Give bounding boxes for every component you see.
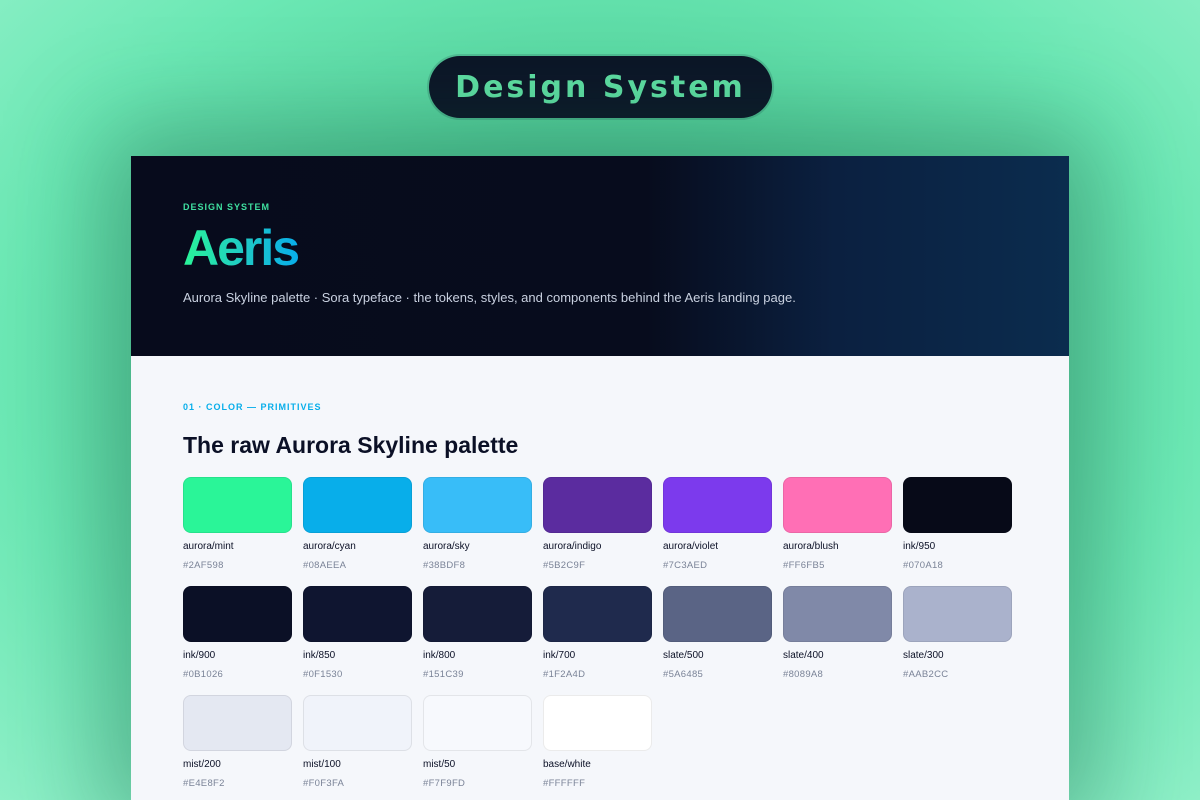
swatch-grid: aurora/mint #2AF598 aurora/cyan #08AEEA auro… bbox=[183, 477, 1069, 800]
swatch-hex: #F0F3FA bbox=[303, 778, 345, 789]
hero-eyebrow: DESIGN SYSTEM bbox=[183, 202, 271, 212]
color-swatch-item[interactable]: aurora/mint #2AF598 bbox=[183, 477, 292, 586]
color-swatch-item[interactable]: aurora/cyan #08AEEA bbox=[303, 477, 412, 586]
color-chip bbox=[663, 586, 772, 642]
color-swatch-item[interactable]: ink/700 #1F2A4D bbox=[543, 586, 652, 695]
color-chip bbox=[903, 477, 1012, 533]
swatch-name: aurora/mint bbox=[183, 541, 234, 552]
color-swatch-item[interactable]: aurora/sky #38BDF8 bbox=[423, 477, 532, 586]
swatch-hex: #38BDF8 bbox=[423, 560, 466, 571]
color-chip bbox=[543, 477, 652, 533]
swatch-name: aurora/cyan bbox=[303, 541, 356, 552]
swatch-name: slate/300 bbox=[903, 650, 944, 661]
color-chip bbox=[663, 477, 772, 533]
color-swatch-item[interactable]: slate/500 #5A6485 bbox=[663, 586, 772, 695]
swatch-name: aurora/blush bbox=[783, 541, 839, 552]
swatch-name: ink/700 bbox=[543, 650, 576, 661]
color-swatch-item[interactable]: ink/850 #0F1530 bbox=[303, 586, 412, 695]
color-swatch-item[interactable]: mist/200 #E4E8F2 bbox=[183, 695, 292, 800]
swatch-name: mist/100 bbox=[303, 759, 341, 770]
swatch-hex: #0B1026 bbox=[183, 669, 224, 680]
color-chip bbox=[183, 586, 292, 642]
swatch-name: ink/800 bbox=[423, 650, 456, 661]
color-swatch-item[interactable]: slate/400 #8089A8 bbox=[783, 586, 892, 695]
color-chip bbox=[183, 695, 292, 751]
color-swatch-item[interactable]: ink/900 #0B1026 bbox=[183, 586, 292, 695]
swatch-name: mist/200 bbox=[183, 759, 221, 770]
swatch-hex: #AAB2CC bbox=[903, 669, 949, 680]
swatch-hex: #2AF598 bbox=[183, 560, 224, 571]
color-chip bbox=[423, 586, 532, 642]
design-system-card: DESIGN SYSTEM Aeris Aurora Skyline palet… bbox=[131, 156, 1069, 800]
swatch-name: ink/950 bbox=[903, 541, 936, 552]
section-title: The raw Aurora Skyline palette bbox=[183, 432, 519, 458]
swatch-name: slate/400 bbox=[783, 650, 824, 661]
swatch-hex: #8089A8 bbox=[783, 669, 824, 680]
palette-section: 01 · COLOR — PRIMITIVES The raw Aurora S… bbox=[131, 356, 1069, 800]
swatch-name: aurora/sky bbox=[423, 541, 470, 552]
color-swatch-item[interactable]: slate/300 #AAB2CC bbox=[903, 586, 1012, 695]
color-swatch-item[interactable]: mist/50 #F7F9FD bbox=[423, 695, 532, 800]
swatch-name: ink/900 bbox=[183, 650, 216, 661]
swatch-name: aurora/violet bbox=[663, 541, 719, 552]
color-chip bbox=[423, 477, 532, 533]
color-swatch-item[interactable]: aurora/indigo #5B2C9F bbox=[543, 477, 652, 586]
swatch-hex: #E4E8F2 bbox=[183, 778, 225, 789]
swatch-name: slate/500 bbox=[663, 650, 704, 661]
color-chip bbox=[783, 586, 892, 642]
swatch-hex: #5B2C9F bbox=[543, 560, 586, 571]
swatch-hex: #F7F9FD bbox=[423, 778, 466, 789]
swatch-hex: #5A6485 bbox=[663, 669, 704, 680]
brand-title: Aeris bbox=[183, 220, 300, 276]
swatch-hex: #151C39 bbox=[423, 669, 464, 680]
color-chip bbox=[183, 477, 292, 533]
color-swatch-item[interactable]: ink/950 #070A18 bbox=[903, 477, 1012, 586]
color-swatch-item[interactable]: ink/800 #151C39 bbox=[423, 586, 532, 695]
color-chip bbox=[423, 695, 532, 751]
swatch-name: base/white bbox=[543, 759, 591, 770]
swatch-hex: #7C3AED bbox=[663, 560, 708, 571]
badge-label: Design System bbox=[455, 69, 746, 105]
swatch-hex: #08AEEA bbox=[303, 560, 347, 571]
hero-tagline: Aurora Skyline palette · Sora typeface ·… bbox=[183, 290, 796, 305]
color-chip bbox=[303, 586, 412, 642]
hero-banner: DESIGN SYSTEM Aeris Aurora Skyline palet… bbox=[131, 156, 1069, 356]
color-chip bbox=[543, 695, 652, 751]
swatch-hex: #FF6FB5 bbox=[783, 560, 825, 571]
color-swatch-item[interactable]: mist/100 #F0F3FA bbox=[303, 695, 412, 800]
swatch-hex: #070A18 bbox=[903, 560, 944, 571]
color-chip bbox=[783, 477, 892, 533]
swatch-hex: #1F2A4D bbox=[543, 669, 586, 680]
color-chip bbox=[903, 586, 1012, 642]
color-chip bbox=[303, 695, 412, 751]
color-swatch-item[interactable]: base/white #FFFFFF bbox=[543, 695, 652, 800]
section-label: 01 · COLOR — PRIMITIVES bbox=[183, 402, 322, 412]
color-swatch-item[interactable]: aurora/blush #FF6FB5 bbox=[783, 477, 892, 586]
swatch-name: mist/50 bbox=[423, 759, 456, 770]
design-system-badge: Design System bbox=[429, 56, 772, 118]
color-swatch-item[interactable]: aurora/violet #7C3AED bbox=[663, 477, 772, 586]
color-chip bbox=[303, 477, 412, 533]
color-chip bbox=[543, 586, 652, 642]
swatch-hex: #FFFFFF bbox=[543, 778, 586, 789]
swatch-name: ink/850 bbox=[303, 650, 336, 661]
swatch-name: aurora/indigo bbox=[543, 541, 602, 552]
swatch-hex: #0F1530 bbox=[303, 669, 343, 680]
